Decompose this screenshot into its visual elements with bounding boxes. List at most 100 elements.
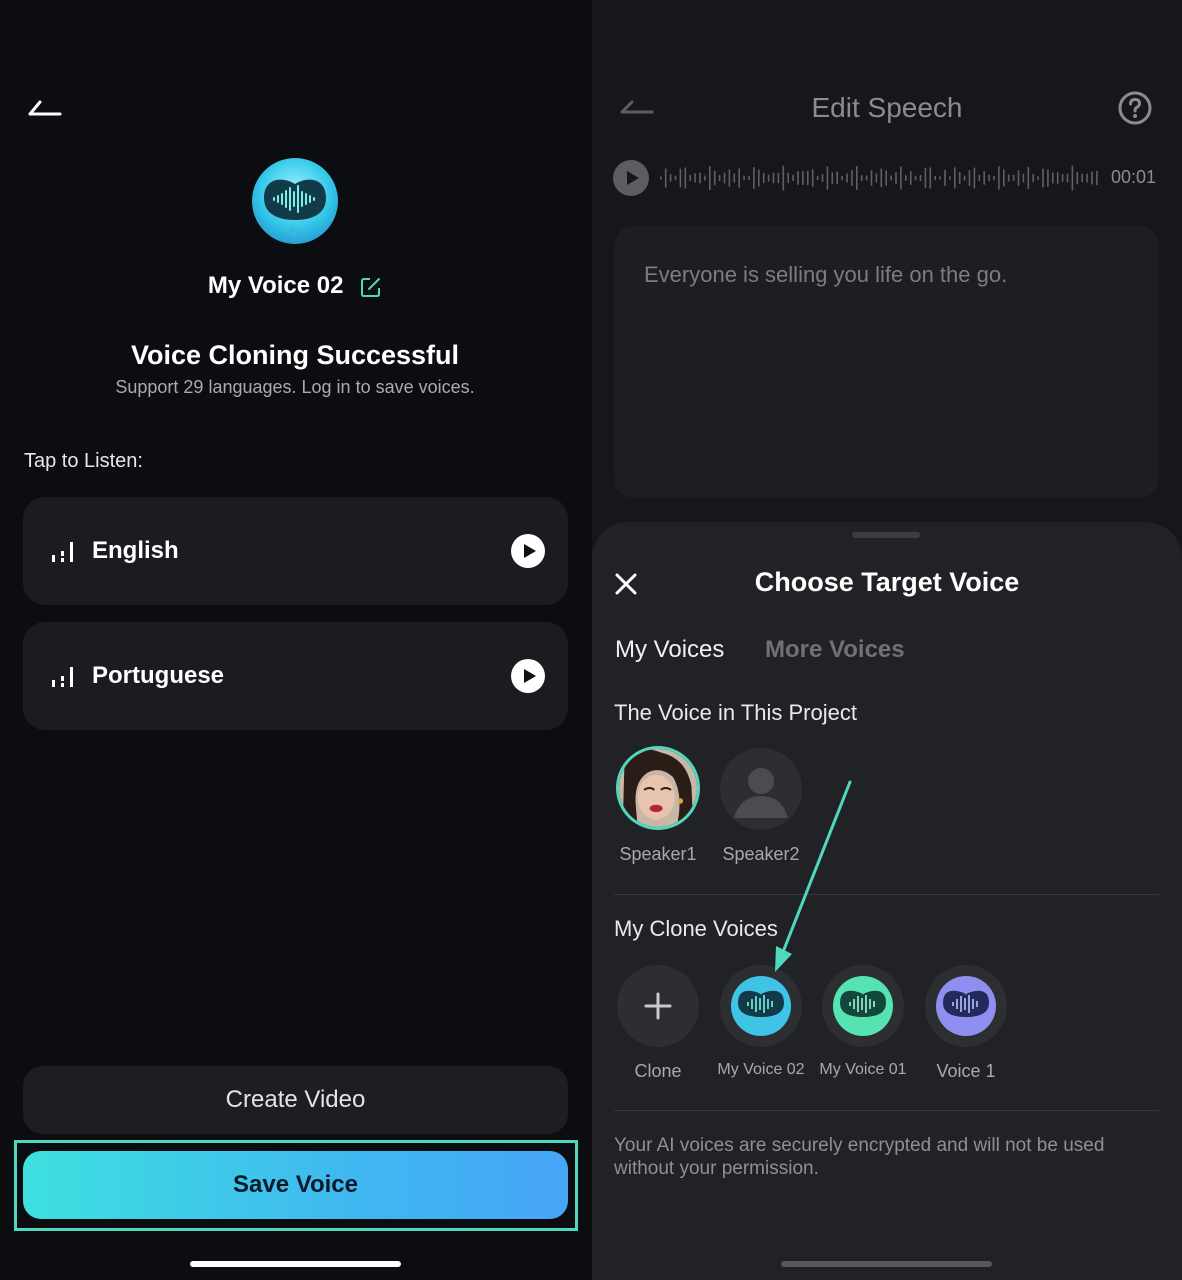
tap-to-listen-label: Tap to Listen: — [24, 450, 143, 472]
waveform-bar — [748, 175, 750, 181]
waveform-bar — [1047, 169, 1049, 187]
waveform-bar — [841, 175, 843, 181]
waveform-bar — [787, 172, 789, 184]
waveform-bar — [998, 166, 1000, 190]
language-label: Portuguese — [92, 662, 225, 689]
waveform-bar — [709, 166, 711, 190]
waveform-bar — [1037, 176, 1039, 180]
waveform-bar — [963, 175, 966, 181]
section-divider — [614, 1110, 1159, 1111]
clone-voice-item-my-voice-02[interactable]: My Voice 02 — [711, 965, 811, 1079]
waveform-bar — [870, 170, 873, 186]
waveform-bar — [973, 167, 976, 189]
speaker-avatar — [720, 748, 802, 830]
speaker-label: Speaker1 — [619, 844, 697, 864]
waveform-bar — [1027, 167, 1030, 189]
voice-avatar — [720, 965, 802, 1047]
waveform-bar — [949, 176, 951, 180]
waveform-bar — [1061, 174, 1064, 182]
speech-text-card[interactable]: Everyone is selling you life on the go. — [614, 226, 1159, 498]
waveform-bar — [738, 168, 740, 188]
waveform-bar — [674, 175, 677, 181]
play-icon[interactable] — [511, 534, 545, 568]
voice-orb-icon — [936, 976, 996, 1036]
sheet-drag-handle[interactable] — [852, 532, 920, 538]
audio-play-icon[interactable] — [613, 160, 649, 196]
language-card-portuguese[interactable]: Portuguese — [23, 622, 568, 730]
audio-bars-icon — [52, 667, 73, 687]
speaker-item-speaker2[interactable]: Speaker2 — [711, 748, 811, 865]
clone-voice-button[interactable]: Clone — [608, 965, 708, 1082]
waveform-bar — [1012, 175, 1015, 181]
waveform-bar — [758, 169, 760, 187]
waveform-bar — [1081, 173, 1083, 183]
waveform-bar — [1066, 173, 1069, 183]
audio-waveform[interactable] — [658, 158, 1104, 198]
edit-icon[interactable] — [360, 276, 382, 298]
waveform-bar — [919, 175, 922, 181]
waveform-bar — [660, 176, 662, 180]
audio-duration: 00:01 — [1111, 167, 1157, 187]
waveform-bar — [1022, 173, 1025, 183]
waveform-bar — [807, 170, 809, 186]
voice-clone-result-screen: My Voice 02 Voice Cloning Successful Sup… — [0, 0, 590, 1280]
waveform-bar — [1007, 174, 1010, 182]
waveform-bar — [846, 173, 848, 183]
waveform-bar — [983, 171, 985, 185]
waveform-bar — [1056, 172, 1059, 184]
waveform-bar — [929, 167, 932, 189]
waveform-bar — [733, 173, 736, 183]
waveform-bar — [694, 173, 696, 183]
voice-orb-icon — [252, 158, 338, 244]
success-subtitle: Support 29 languages. Log in to save voi… — [115, 377, 475, 397]
person-photo-icon — [619, 749, 697, 827]
voice-label: My Voice 01 — [819, 1061, 907, 1078]
voice-label: Voice 1 — [936, 1061, 996, 1081]
waveform-bar — [968, 170, 971, 186]
save-voice-button[interactable]: Save Voice — [23, 1151, 568, 1219]
waveform-bar — [1017, 170, 1020, 186]
waveform-bar — [865, 175, 868, 181]
waveform-bar — [689, 175, 691, 182]
waveform-bar — [954, 167, 956, 189]
waveform-bar — [895, 172, 897, 184]
waveform-bar — [1032, 174, 1034, 182]
success-title: Voice Cloning Successful — [130, 340, 460, 370]
waveform-bar — [900, 166, 902, 190]
voice-name-row: My Voice 02 — [0, 272, 590, 300]
waveform-bar — [909, 171, 912, 185]
waveform-bar — [772, 172, 775, 184]
waveform-bar — [718, 175, 721, 181]
clone-voice-item-voice-1[interactable]: Voice 1 — [916, 965, 1016, 1082]
waveform-bar — [934, 176, 936, 181]
waveform-bar — [664, 168, 667, 188]
waveform-bar — [851, 170, 853, 186]
waveform-bar — [782, 165, 785, 191]
waveform-bar — [802, 171, 804, 185]
voice-avatar — [822, 965, 904, 1047]
waveform-bar — [988, 174, 990, 182]
waveform-bar — [944, 169, 946, 186]
clone-voice-item-my-voice-01[interactable]: My Voice 01 — [813, 965, 913, 1079]
audio-bars-icon — [52, 542, 73, 562]
waveform-bar — [777, 172, 780, 184]
waveform-bar — [993, 176, 995, 181]
waveform-bar — [743, 175, 745, 181]
waveform-bar — [1052, 172, 1054, 184]
language-label: English — [92, 537, 179, 564]
waveform-bar — [914, 175, 917, 181]
play-icon[interactable] — [511, 659, 545, 693]
speaker-label: Speaker2 — [722, 844, 800, 864]
tab-more-voices[interactable]: More Voices — [765, 636, 905, 664]
waveform-bar — [767, 174, 770, 182]
waveform-bar — [1042, 168, 1044, 188]
speaker-item-speaker1[interactable]: Speaker1 — [608, 746, 708, 865]
waveform-bar — [1003, 169, 1005, 187]
help-icon[interactable] — [1118, 91, 1152, 125]
tab-my-voices[interactable]: My Voices — [615, 636, 724, 664]
language-card-english[interactable]: English — [23, 497, 568, 605]
create-video-button[interactable]: Create Video — [23, 1066, 568, 1134]
privacy-note: Your AI voices are securely encrypted an… — [614, 1135, 1105, 1179]
waveform-bar — [831, 172, 834, 184]
back-arrow-icon[interactable] — [28, 96, 62, 118]
